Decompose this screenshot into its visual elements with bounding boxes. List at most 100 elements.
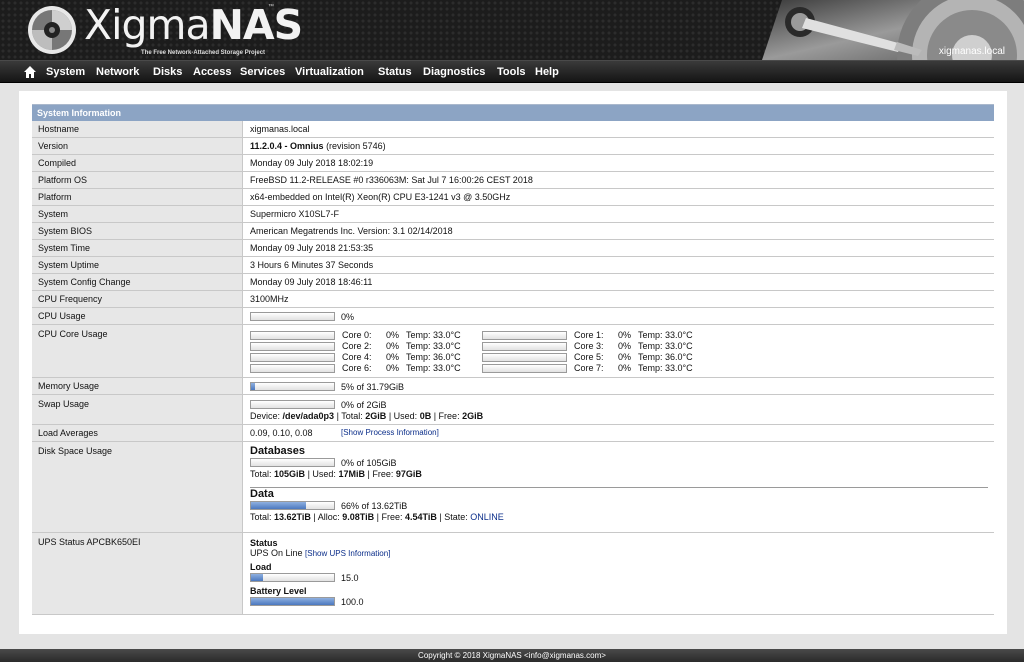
row-label: UPS Status APCBK650EI	[32, 533, 243, 614]
cpu-core-bar	[482, 364, 567, 373]
swap-used-label: | Used:	[388, 411, 418, 421]
row-label: Swap Usage	[32, 395, 243, 424]
nav-help[interactable]: Help	[535, 61, 559, 83]
row-value: 5% of 31.79GiB	[243, 378, 994, 394]
row-value: Status UPS On Line [Show UPS Information…	[243, 533, 994, 614]
row-hostname: Hostname xigmanas.local	[32, 121, 994, 138]
bar-fill	[251, 598, 334, 606]
row-label: System	[32, 206, 243, 222]
ups-battery-title: Battery Level	[250, 586, 307, 596]
ups-load-value: 15.0	[341, 572, 359, 583]
nav-disks[interactable]: Disks	[153, 61, 182, 83]
row-label: Memory Usage	[32, 378, 243, 394]
row-value: Supermicro X10SL7-F	[250, 209, 340, 219]
ups-battery-value: 100.0	[341, 596, 364, 607]
row-value: 3100MHz	[250, 294, 289, 304]
row-value: 0%	[243, 308, 994, 324]
cpu-core-grid: Core 0: 0% Temp: 33.0°C Core 1: 0% Temp: 33.0…	[243, 325, 994, 377]
nav-access[interactable]: Access	[193, 61, 232, 83]
row-ups-status: UPS Status APCBK650EI Status UPS On Line…	[32, 533, 994, 615]
show-process-information-link[interactable]: [Show Process Information]	[341, 428, 439, 437]
row-value: Databases 0% of 105GiB Total: 105GiB | U…	[243, 442, 994, 532]
ups-status-value: UPS On Line	[250, 548, 303, 558]
databases-usage-bar	[250, 458, 335, 468]
swap-device-label: Device:	[250, 411, 281, 421]
row-value: 0% of 2GiB Device: /dev/ada0p3 | Total: …	[243, 395, 994, 424]
nav-diagnostics[interactable]: Diagnostics	[423, 61, 485, 83]
row-label: CPU Frequency	[32, 291, 243, 307]
cpu-core-temp: Temp: 33.0°C	[638, 330, 693, 340]
nav-system[interactable]: System	[46, 61, 85, 83]
ups-status-line: UPS On Line [Show UPS Information]	[250, 548, 994, 558]
row-value: Monday 09 July 2018 18:02:19	[250, 158, 374, 168]
row-label: Disk Space Usage	[32, 442, 243, 532]
data-alloc: 9.08TiB	[342, 512, 375, 522]
row-cpu-core-usage: CPU Core Usage Core 0: 0% Temp: 33.0°C Core…	[32, 325, 994, 378]
databases-used: 17MiB	[338, 469, 365, 479]
cpu-core-bar	[482, 342, 567, 351]
show-ups-information-link[interactable]: [Show UPS Information]	[305, 549, 390, 558]
row-label: System Config Change	[32, 274, 243, 290]
row-label: System Uptime	[32, 257, 243, 273]
row-value: FreeBSD 11.2-RELEASE #0 r336063M: Sat Ju…	[250, 175, 533, 185]
cpu-core-bar	[250, 331, 335, 340]
row-label: Platform OS	[32, 172, 243, 188]
disk-name-data: Data	[250, 488, 274, 500]
data-free: 4.54TiB	[405, 512, 437, 522]
cpu-core-percent: 0%	[618, 352, 632, 362]
nav-tools[interactable]: Tools	[497, 61, 526, 83]
bar-fill	[251, 383, 256, 391]
cpu-core-bar	[250, 342, 335, 351]
nav-virtualization[interactable]: Virtualization	[295, 61, 364, 83]
cpu-core-percent: 0%	[618, 363, 632, 373]
nav-network[interactable]: Network	[96, 61, 139, 83]
databases-free: 97GiB	[395, 469, 422, 479]
data-usage-bar	[250, 501, 335, 511]
databases-total: 105GiB	[274, 469, 306, 479]
row-system: System Supermicro X10SL7-F	[32, 206, 994, 223]
cpu-core-name: Core 3:	[574, 341, 604, 351]
databases-used-label: | Used:	[307, 469, 336, 479]
data-state-label: | State:	[439, 512, 468, 522]
row-value: American Megatrends Inc. Version: 3.1 02…	[250, 226, 453, 236]
cpu-core-name: Core 0:	[342, 330, 372, 340]
row-label: Compiled	[32, 155, 243, 171]
cpu-core-temp: Temp: 36.0°C	[638, 352, 693, 362]
cpu-core-percent: 0%	[386, 363, 400, 373]
row-value: 0.09, 0.10, 0.08 [Show Process Informati…	[243, 425, 994, 441]
system-information-panel: System Information Hostname xigmanas.loc…	[32, 104, 994, 615]
row-cpu-frequency: CPU Frequency 3100MHz	[32, 291, 994, 308]
row-label: Version	[32, 138, 243, 154]
page-header: XigmaNAS ™ The Free Network-Attached Sto…	[0, 0, 1024, 60]
swap-used: 0B	[419, 411, 432, 421]
cpu-core-bar	[250, 364, 335, 373]
cpu-core-name: Core 6:	[342, 363, 372, 373]
ups-load-bar	[250, 573, 335, 583]
row-version: Version 11.2.0.4 - Omnius (revision 5746…	[32, 138, 994, 155]
cpu-core-name: Core 4:	[342, 352, 372, 362]
cpu-core-name: Core 7:	[574, 363, 604, 373]
row-config-change: System Config Change Monday 09 July 2018…	[32, 274, 994, 291]
row-label: Hostname	[32, 121, 243, 137]
row-swap-usage: Swap Usage 0% of 2GiB Device: /dev/ada0p…	[32, 395, 994, 425]
cpu-usage-percent: 0%	[341, 311, 355, 322]
nav-services[interactable]: Services	[240, 61, 285, 83]
swap-total-label: | Total:	[336, 411, 363, 421]
home-icon[interactable]	[23, 65, 37, 79]
content-area: System Information Hostname xigmanas.loc…	[19, 91, 1007, 634]
data-details: Total: 13.62TiB | Alloc: 9.08TiB | Free:…	[250, 512, 994, 522]
swap-free-label: | Free:	[433, 411, 460, 421]
cpu-core-name: Core 5:	[574, 352, 604, 362]
nav-status[interactable]: Status	[378, 61, 412, 83]
row-label: CPU Core Usage	[32, 325, 243, 377]
cpu-core-temp: Temp: 36.0°C	[406, 352, 461, 362]
data-total-label: Total:	[250, 512, 272, 522]
cpu-core-percent: 0%	[618, 341, 632, 351]
data-free-label: | Free:	[376, 512, 403, 522]
bar-fill	[251, 502, 306, 510]
cpu-core-name: Core 2:	[342, 341, 372, 351]
cpu-core-bar	[482, 331, 567, 340]
databases-free-label: | Free:	[367, 469, 394, 479]
row-cpu-usage: CPU Usage 0%	[32, 308, 994, 325]
databases-total-label: Total:	[250, 469, 272, 479]
